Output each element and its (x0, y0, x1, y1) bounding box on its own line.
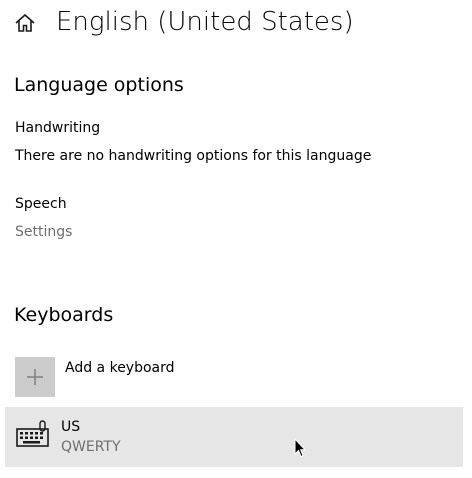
keyboard-icon (16, 420, 50, 448)
plus-icon (27, 369, 43, 385)
add-keyboard-tile[interactable] (15, 357, 55, 397)
home-icon[interactable] (14, 12, 36, 34)
keyboard-layout: QWERTY (61, 439, 121, 455)
speech-label: Speech (15, 196, 67, 212)
add-keyboard-label: Add a keyboard (65, 360, 175, 376)
language-settings-page: English (United States) Language options… (0, 0, 472, 478)
keyboard-name: US (61, 419, 81, 435)
handwriting-label: Handwriting (15, 120, 101, 136)
header: English (United States) (0, 0, 472, 46)
mouse-cursor-icon (294, 437, 307, 458)
keyboards-heading: Keyboards (14, 304, 114, 326)
add-keyboard-button[interactable]: Add a keyboard (15, 357, 315, 397)
language-options-heading: Language options (14, 74, 184, 96)
page-title: English (United States) (56, 7, 354, 37)
keyboard-item-us[interactable]: US QWERTY (5, 407, 463, 467)
speech-settings-link[interactable]: Settings (15, 222, 72, 242)
handwriting-message: There are no handwriting options for thi… (15, 148, 372, 164)
